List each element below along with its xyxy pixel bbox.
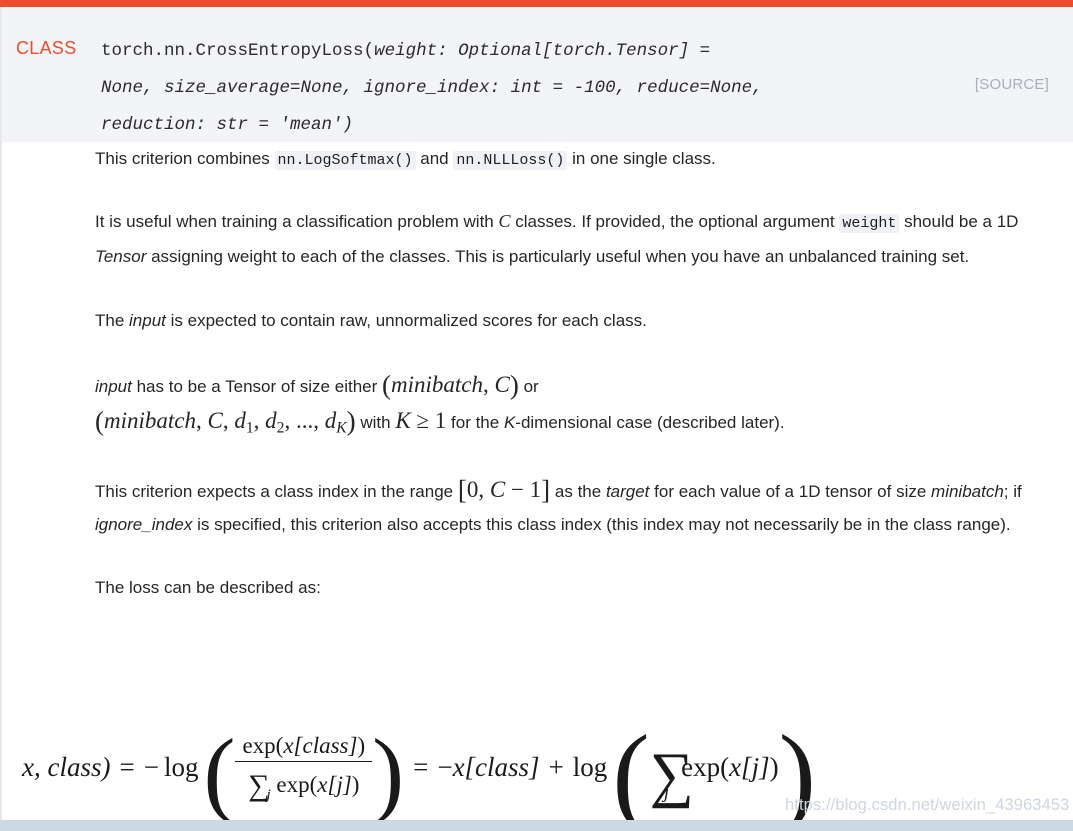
class-signature-block: CLASS torch.nn.CrossEntropyLoss(weight: … xyxy=(2,7,1073,142)
signature-params-line-2: None, size_average=None, ignore_index: i… xyxy=(101,78,763,98)
brand-top-bar xyxy=(0,0,1073,7)
math-variable-c: C xyxy=(498,211,511,231)
emphasis-input: input xyxy=(95,377,132,396)
bottom-strip xyxy=(0,820,1073,831)
text-fragment: or xyxy=(518,377,539,396)
inline-code-logsoftmax: nn.LogSoftmax() xyxy=(274,151,416,170)
text-fragment: and xyxy=(415,149,454,168)
text-fragment: is expected to contain raw, unnormalized… xyxy=(165,311,647,330)
equation-minus-2: − xyxy=(437,751,453,782)
text-fragment: in one single class. xyxy=(567,149,716,168)
text-fragment: ; if xyxy=(1003,482,1022,502)
paragraph-input-tensor-size: input has to be a Tensor of size either … xyxy=(95,367,1047,444)
equation-minus-1: − xyxy=(143,751,159,782)
math-minibatch-c: (minibatch, C) xyxy=(382,370,519,400)
signature-params-line-1: weight: Optional[torch.Tensor] = xyxy=(374,41,711,61)
documentation-body: This criterion combines nn.LogSoftmax() … xyxy=(95,142,1047,604)
paragraph-combines: This criterion combines nn.LogSoftmax() … xyxy=(95,142,1047,177)
text-fragment: for the xyxy=(446,413,504,432)
inline-code-nllloss: nn.NLLLoss() xyxy=(453,151,568,170)
text-fragment: The xyxy=(95,311,130,330)
emphasis-input: input xyxy=(129,311,166,330)
paragraph-class-index-range: This criterion expects a class index in … xyxy=(95,472,1047,541)
equation-denominator: ∑j exp(x[j]) xyxy=(235,760,373,804)
equation-rhs-arg: x[j] xyxy=(729,751,770,782)
equation-rhs-term: x[class] xyxy=(452,751,540,782)
signature-params-line-3: reduction: str = 'mean') xyxy=(101,115,354,135)
math-k-geq-1: K ≥ 1 xyxy=(395,408,447,433)
emphasis-tensor: Tensor xyxy=(95,247,147,266)
text-fragment: as the xyxy=(550,482,606,502)
text-fragment: classes. If provided, the optional argum… xyxy=(510,212,840,231)
text-fragment: This criterion expects a class index in … xyxy=(95,482,458,502)
equation-plus: + xyxy=(548,751,564,782)
equation-fraction: exp(x[class]) ∑j exp(x[j]) xyxy=(235,732,373,805)
emphasis-k: K xyxy=(503,413,516,432)
loss-equation: x, class) = − log ( exp(x[class]) ∑j exp… xyxy=(22,714,816,820)
math-range-0-c-minus-1: [0, C − 1] xyxy=(457,475,551,506)
source-link[interactable]: [SOURCE] xyxy=(975,76,1049,93)
signature-code: torch.nn.CrossEntropyLoss(weight: Option… xyxy=(101,33,891,144)
paragraph-input-raw-scores: The input is expected to contain raw, un… xyxy=(95,304,1047,337)
equation-equals-2: = xyxy=(413,751,429,782)
signature-kind-label: CLASS xyxy=(16,38,77,58)
equation-equals-1: = xyxy=(119,751,135,782)
text-fragment: assigning weight to each of the classes.… xyxy=(146,247,970,266)
emphasis-target: target xyxy=(605,482,650,502)
emphasis-minibatch: minibatch xyxy=(931,482,1004,502)
equation-rhs-sum-subscript: j xyxy=(663,782,670,803)
text-fragment: for each value of a 1D tensor of size xyxy=(649,482,932,502)
paragraph-loss-described: The loss can be described as: xyxy=(95,578,321,598)
text-fragment: is specified, this criterion also accept… xyxy=(192,515,1011,535)
equation-log-2: log xyxy=(572,751,608,782)
signature-class-name: torch.nn.CrossEntropyLoss xyxy=(101,41,364,61)
inline-code-weight: weight xyxy=(839,214,900,233)
text-fragment: This criterion combines xyxy=(95,149,275,168)
text-fragment: should be a 1D xyxy=(899,212,1019,231)
text-fragment: -dimensional case (described later). xyxy=(515,413,785,432)
text-fragment: has to be a Tensor of size either xyxy=(131,377,382,396)
math-minibatch-c-dk: (minibatch, C, d1, d2, ..., dK) xyxy=(95,406,356,437)
text-fragment: with xyxy=(355,413,396,432)
loss-equation-region: x, class) = − log ( exp(x[class]) ∑j exp… xyxy=(0,714,1073,820)
equation-log-1: log xyxy=(163,751,199,782)
paragraph-useful-weight: It is useful when training a classificat… xyxy=(95,205,1047,273)
emphasis-ignore-index: ignore_index xyxy=(95,515,193,535)
equation-numerator: exp(x[class]) xyxy=(242,732,366,758)
equation-visible-start: x, class) xyxy=(22,751,111,782)
text-fragment: It is useful when training a classificat… xyxy=(95,212,499,231)
signature-open-paren: ( xyxy=(363,41,375,61)
